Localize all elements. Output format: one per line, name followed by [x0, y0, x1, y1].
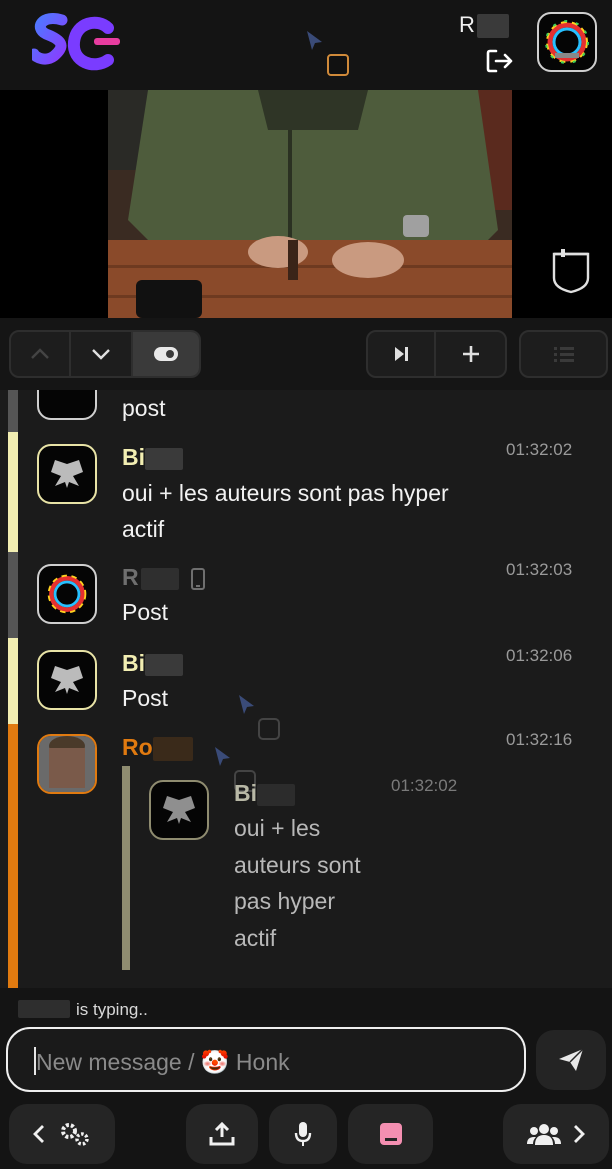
cursor-avatar-icon	[258, 718, 280, 740]
message-item: Bi 01:32:06 Post	[0, 638, 612, 724]
chevron-up-icon	[31, 348, 49, 359]
quote-bar	[122, 766, 130, 970]
message-item: Ro 01:32:16 Bi 01:32:02 oui + les auteur…	[0, 695, 612, 988]
mobile-icon	[191, 567, 206, 590]
chevron-down-icon	[92, 349, 110, 360]
skip-next-icon	[395, 347, 408, 361]
message-avatar[interactable]	[37, 390, 97, 420]
message-item: R 01:32:03 Post	[0, 552, 612, 638]
quote-avatar	[149, 780, 209, 840]
remote-cursor-icon	[215, 747, 230, 766]
queue-controls	[9, 330, 201, 378]
toggle-icon	[154, 347, 178, 361]
users-icon	[527, 1124, 561, 1145]
message-time: 01:32:06	[506, 646, 573, 665]
logout-icon[interactable]	[486, 48, 514, 74]
message-text: Post	[122, 685, 169, 711]
message-avatar[interactable]	[37, 734, 97, 794]
video-area	[0, 90, 612, 318]
current-user-avatar[interactable]	[537, 12, 597, 72]
message-avatar[interactable]	[37, 564, 97, 624]
queue-up-button[interactable]	[11, 332, 71, 376]
message-text: post	[122, 395, 166, 421]
pocket-icon[interactable]	[551, 248, 591, 294]
upload-icon	[209, 1122, 235, 1146]
message-time: 01:32:03	[506, 560, 573, 579]
video-player[interactable]	[108, 90, 512, 318]
message-time: 01:32:16	[506, 730, 573, 749]
remote-cursor-icon	[307, 31, 322, 50]
composer: New message / 🤡 Honk	[0, 1024, 612, 1169]
typing-indicator: is typing..	[0, 988, 612, 1024]
list-button[interactable]	[519, 330, 608, 378]
moth-avatar-icon	[163, 796, 195, 824]
message-item: Bi 01:32:02 oui + les auteurs sont pas h…	[0, 432, 612, 552]
list-icon	[553, 347, 574, 362]
moth-avatar-icon	[51, 666, 83, 694]
quote-author: Bi	[234, 780, 295, 807]
settings-nav-button[interactable]	[9, 1104, 115, 1164]
message-avatar[interactable]	[37, 444, 97, 504]
person-avatar-icon	[39, 736, 95, 792]
sticker-icon	[379, 1123, 402, 1145]
chat-app: R post Bi 01:32:02 oui + les auteurs son…	[0, 0, 612, 1169]
microphone-icon	[294, 1122, 312, 1146]
message-time: 01:32:02	[506, 440, 573, 459]
queue-down-button[interactable]	[71, 332, 133, 376]
send-button[interactable]	[536, 1030, 606, 1090]
message-text: Post	[122, 599, 169, 625]
message-text: oui + les auteurs sont pas hyper actif	[122, 480, 449, 542]
rainbow-ring-avatar-icon	[47, 574, 87, 614]
playback-controls	[366, 330, 507, 378]
microphone-button[interactable]	[269, 1104, 337, 1164]
add-button[interactable]	[436, 332, 505, 376]
quote-time: 01:32:02	[391, 776, 458, 795]
chevron-right-icon	[574, 1125, 585, 1143]
sticker-button[interactable]	[348, 1104, 433, 1164]
clown-emoji-icon: 🤡	[200, 1049, 230, 1075]
upload-button[interactable]	[186, 1104, 258, 1164]
message-author: R	[122, 564, 206, 591]
plus-icon	[462, 346, 479, 362]
player-toolbar	[0, 318, 612, 390]
message-author: Bi	[122, 650, 183, 677]
message-list[interactable]: post Bi 01:32:02 oui + les auteurs sont …	[0, 390, 612, 988]
send-icon	[559, 1048, 584, 1071]
mini-avatar-icon	[327, 54, 349, 76]
app-logo[interactable]	[32, 10, 124, 76]
current-user-name: R	[459, 12, 509, 39]
message-avatar[interactable]	[37, 650, 97, 710]
moth-avatar-icon	[51, 460, 83, 488]
message-input-placeholder: New message / 🤡 Honk	[36, 1049, 290, 1075]
message-item: post	[0, 390, 612, 432]
gears-icon	[61, 1123, 89, 1146]
app-header: R	[0, 0, 612, 90]
toggle-button[interactable]	[133, 332, 199, 376]
skip-next-button[interactable]	[368, 332, 436, 376]
chevron-left-icon	[33, 1125, 44, 1143]
remote-cursor-icon	[239, 695, 254, 714]
message-input[interactable]: New message / 🤡 Honk	[6, 1027, 526, 1092]
members-nav-button[interactable]	[503, 1104, 609, 1164]
message-author: Bi	[122, 444, 183, 471]
message-author: Ro	[122, 734, 193, 761]
quote-text: oui + les auteurs sont pas hyper actif	[234, 815, 361, 951]
